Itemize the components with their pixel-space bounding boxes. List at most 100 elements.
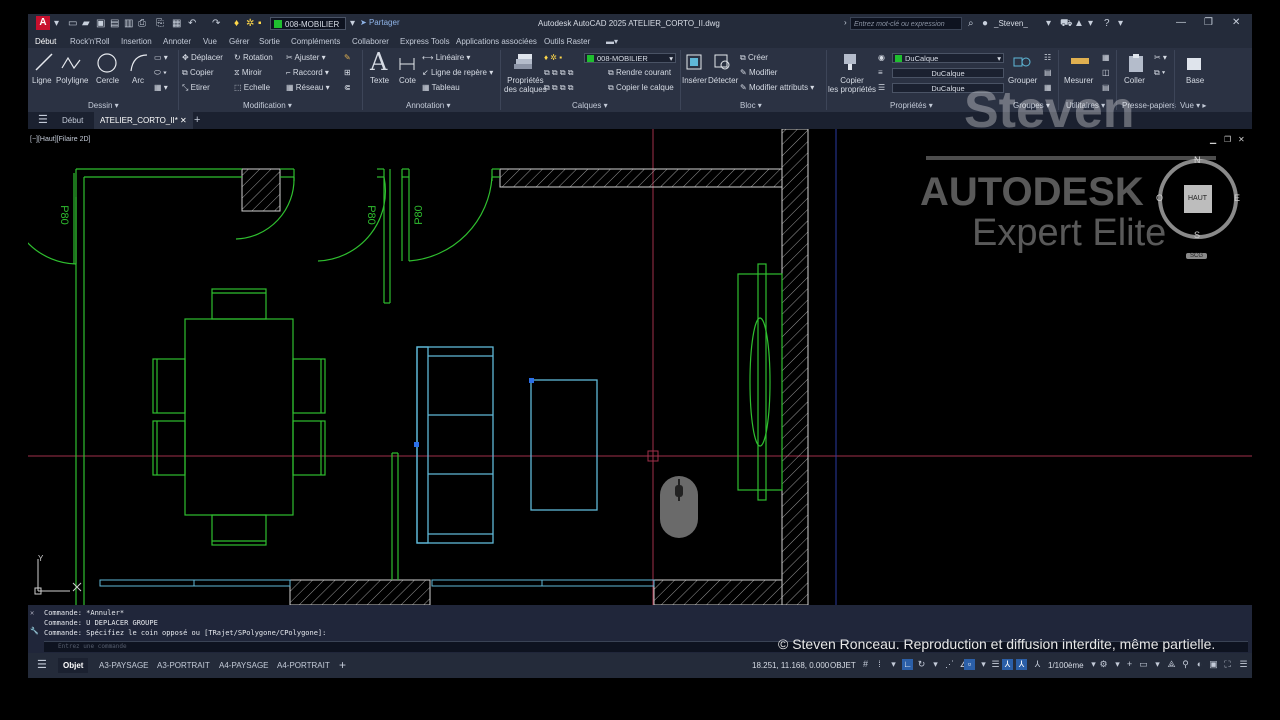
more-dropdown-icon[interactable]: ▾	[1088, 18, 1093, 29]
proprietes-calques-button[interactable]: Propriétés des calques	[504, 76, 547, 94]
tableau-button[interactable]: ▦ Tableau	[422, 83, 460, 92]
ajuster-button[interactable]: ✂ Ajuster ▾	[286, 53, 326, 62]
inserer-button[interactable]: Insérer	[682, 76, 707, 85]
layer-freeze-icon[interactable]: ✲	[246, 18, 254, 29]
modifier-attributs-button[interactable]: ✎ Modifier attributs ▾	[740, 83, 814, 92]
region-tool-icon[interactable]: ▦ ▾	[154, 83, 168, 92]
rotation-button[interactable]: ↻ Rotation	[234, 53, 273, 62]
ribbon-minimize-icon[interactable]: ▬▾	[606, 37, 618, 46]
workspace-gear-icon[interactable]: ⚙	[1098, 659, 1109, 670]
minimize-button[interactable]: —	[1176, 17, 1186, 28]
app-menu-chevron-icon[interactable]: ▾	[54, 18, 59, 29]
insert-block-icon[interactable]	[684, 52, 704, 72]
layer-dropdown[interactable]: 008-MOBILIER ▾	[584, 53, 676, 63]
layouts-menu-icon[interactable]: ☰	[32, 658, 52, 673]
base-view-icon[interactable]	[1184, 52, 1204, 72]
lineweight-dropdown[interactable]: DuCalque	[892, 68, 1004, 78]
open-file-icon[interactable]: ▰	[82, 18, 90, 29]
viewport-close-icon[interactable]: ✕	[1238, 135, 1245, 144]
menu-icon[interactable]: ☰	[32, 112, 54, 129]
doc-tab-current[interactable]: ATELIER_CORTO_II* ✕	[94, 112, 193, 129]
annotation-scale[interactable]: 1/100ème	[1048, 661, 1084, 670]
color-dropdown[interactable]: DuCalque ▾	[892, 53, 1004, 63]
web-icon[interactable]: ▥	[124, 18, 133, 29]
polar-icon[interactable]: ↻	[916, 659, 927, 670]
layout-tab-a4-portrait[interactable]: A4-PORTRAIT	[272, 658, 335, 673]
grip-handle[interactable]	[414, 442, 419, 447]
creer-button[interactable]: ⧉ Créer	[740, 53, 768, 63]
snap-icon[interactable]: ⁞	[874, 659, 885, 670]
save-icon[interactable]: ▣	[96, 18, 105, 29]
tab-outils-raster[interactable]: Outils Raster	[544, 37, 590, 46]
detecter-button[interactable]: Détecter	[708, 76, 738, 85]
tab-express-tools[interactable]: Express Tools	[400, 37, 450, 46]
undo-icon[interactable]: ↶	[188, 18, 196, 29]
texte-button[interactable]: Texte	[370, 76, 389, 85]
reseau-button[interactable]: ▦ Réseau ▾	[286, 83, 330, 92]
measure-icon[interactable]	[1070, 54, 1090, 68]
tab-gerer[interactable]: Gérer	[229, 37, 249, 46]
tab-debut[interactable]: Début	[32, 37, 59, 50]
wcs-menu[interactable]: SCG	[1186, 253, 1208, 259]
deplacer-button[interactable]: ✥ Déplacer	[182, 53, 223, 62]
close-button[interactable]: ✕	[1232, 17, 1240, 28]
base-button[interactable]: Base	[1186, 76, 1204, 85]
explode-icon[interactable]: ⊞	[344, 68, 351, 77]
autodesk-a360-icon[interactable]: ▲	[1074, 18, 1084, 29]
raccord-button[interactable]: ⌐ Raccord ▾	[286, 68, 329, 77]
autocad-app-menu-icon[interactable]: A	[36, 16, 50, 30]
viewcube-west[interactable]: O	[1156, 193, 1163, 203]
restore-button[interactable]: ❐	[1204, 17, 1213, 28]
help-icon[interactable]: ?	[1104, 18, 1110, 29]
model-space-toggle[interactable]: OBJET	[830, 661, 856, 670]
search-icon[interactable]: ⌕	[968, 18, 974, 29]
save-as-icon[interactable]: ▤	[110, 18, 119, 29]
share-button[interactable]: ➤ Partager	[360, 18, 400, 27]
transparency-icon[interactable]: ▤	[1044, 68, 1052, 77]
clean-screen-icon[interactable]: ⛶	[1222, 659, 1233, 670]
detect-block-icon[interactable]	[712, 52, 732, 72]
search-chevron-icon[interactable]: ›	[844, 18, 847, 27]
viewcube-top-face[interactable]: HAUT	[1188, 195, 1207, 202]
rectangle-tool-icon[interactable]: ▭ ▾	[154, 53, 168, 62]
text-tool-icon[interactable]: A	[370, 48, 387, 76]
selected-furniture[interactable]	[416, 346, 598, 544]
snap-dropdown-icon[interactable]: ▾	[888, 659, 899, 670]
layer-state-icons[interactable]: ♦ ✲ ▪	[544, 53, 562, 62]
lineweight-toggle-icon[interactable]: ☰	[990, 659, 1001, 670]
close-tab-icon[interactable]: ✕	[180, 116, 187, 125]
tab-annoter[interactable]: Annoter	[163, 37, 191, 46]
arc-button[interactable]: Arc	[132, 76, 144, 85]
workspace-dropdown-icon[interactable]: ▾	[1112, 659, 1123, 670]
line-tool-icon[interactable]	[34, 52, 54, 72]
tab-sortie[interactable]: Sortie	[259, 37, 280, 46]
search-input[interactable]: Entrez mot-clé ou expression	[850, 17, 962, 30]
tab-vue[interactable]: Vue	[203, 37, 217, 46]
user-icon[interactable]: ●	[982, 18, 988, 29]
ortho-icon[interactable]: ∟	[902, 659, 913, 670]
offset-icon[interactable]: ⋐	[344, 83, 351, 92]
publish-icon[interactable]: ▦	[172, 18, 181, 29]
erase-icon[interactable]: ✎	[344, 53, 351, 62]
match-properties-icon[interactable]	[840, 52, 860, 72]
osnap-dropdown-icon[interactable]: ▾	[978, 659, 989, 670]
viewcube-east[interactable]: E	[1234, 193, 1240, 203]
paste-icon[interactable]	[1126, 52, 1146, 74]
user-name[interactable]: _Steven_	[994, 19, 1028, 28]
coordinate-readout[interactable]: 18.251, 11.168, 0.000	[752, 661, 829, 670]
layer-properties-icon[interactable]	[512, 52, 534, 72]
quick-layer-select[interactable]: 008-MOBILIER	[270, 17, 346, 30]
new-file-icon[interactable]: ▭	[68, 18, 77, 29]
cercle-button[interactable]: Cercle	[96, 76, 119, 85]
echelle-button[interactable]: ⬚ Echelle	[234, 83, 270, 92]
annotation-autoscale-icon[interactable]: ⅄	[1016, 659, 1027, 670]
annotation-scale-icon[interactable]: ⅄	[1032, 659, 1043, 670]
copier-button[interactable]: ⧉ Copier	[182, 68, 214, 78]
ligne-repere-button[interactable]: ↙ Ligne de repère ▾	[422, 68, 493, 77]
layer-lock-icon[interactable]: ▪	[258, 18, 262, 29]
layout-tab-objet[interactable]: Objet	[58, 658, 89, 673]
group-icon[interactable]	[1012, 52, 1032, 72]
quick-properties-icon[interactable]: ⟁	[1166, 659, 1177, 670]
grid-icon[interactable]: #	[860, 659, 871, 670]
copier-proprietes-button[interactable]: Copier les propriétés	[828, 76, 876, 94]
